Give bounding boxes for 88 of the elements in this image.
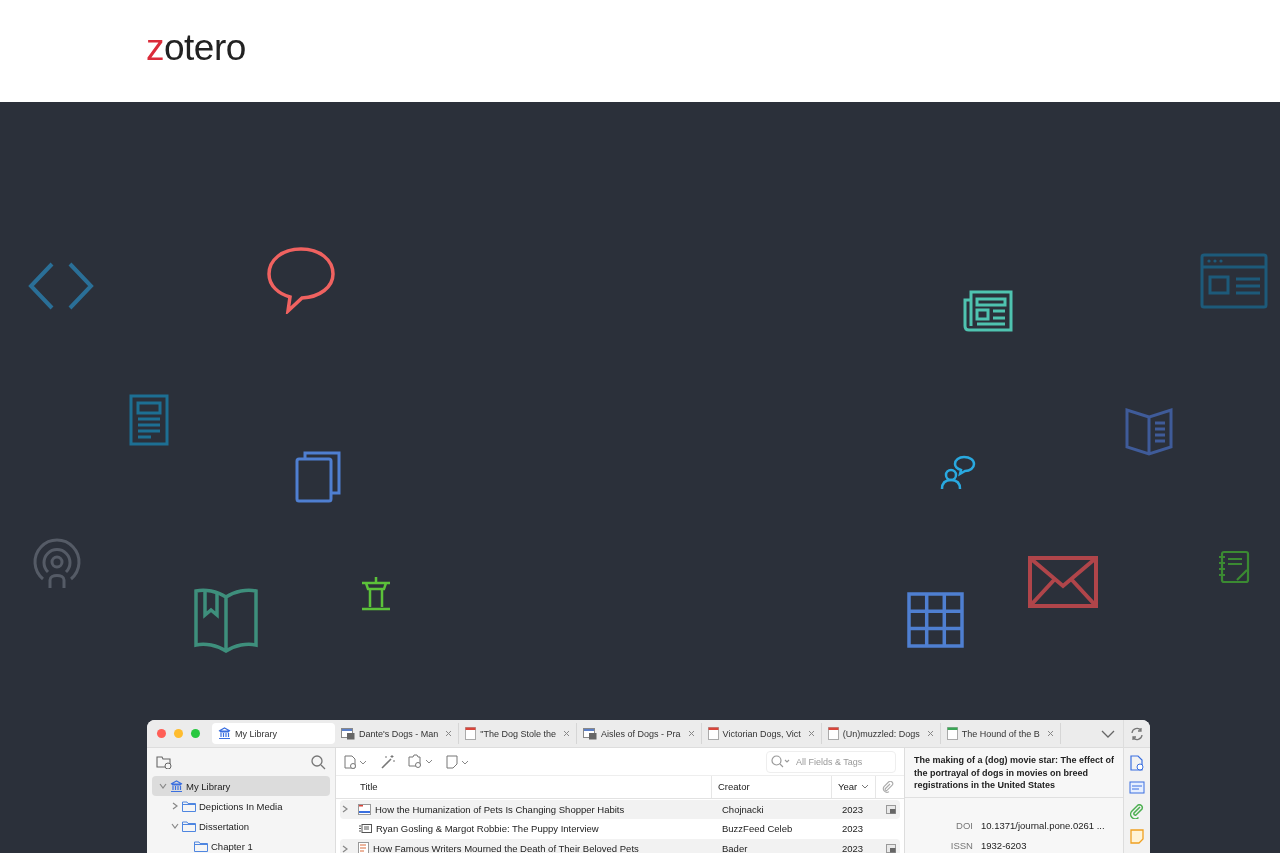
document-icon: [465, 727, 477, 740]
folder-icon: [194, 840, 208, 852]
sync-icon[interactable]: [1130, 726, 1144, 741]
paperclip-icon[interactable]: [1129, 804, 1145, 819]
close-tab-icon[interactable]: [687, 730, 695, 737]
document-icon: [707, 727, 719, 740]
new-collection-icon[interactable]: [156, 755, 172, 769]
field-label: DOI: [955, 820, 973, 831]
folder-icon: [182, 820, 196, 832]
column-header[interactable]: Year: [832, 776, 876, 798]
document-icon: [827, 727, 839, 740]
tab[interactable]: Victorian Dogs, Vict: [701, 723, 822, 744]
year-cell-text: 2023: [841, 803, 865, 815]
title-cell: How Famous Writers Mourned the Death of Their Beloved Pets: [373, 843, 639, 853]
table-grid-icon: [907, 592, 964, 648]
chevron-right-icon[interactable]: [340, 805, 349, 814]
paperclip-icon: [882, 780, 894, 793]
close-tab-icon[interactable]: [807, 730, 815, 737]
zotero-logo: zotero: [146, 28, 246, 66]
document-icon: [946, 727, 958, 740]
search-icon: [771, 755, 791, 769]
notebook-icon: [1218, 550, 1250, 584]
close-tab-icon[interactable]: [1046, 730, 1054, 737]
tab[interactable]: The Hound of the B: [940, 723, 1061, 744]
envelope-icon: [1028, 556, 1098, 608]
chevron-down-icon[interactable]: [1101, 728, 1115, 739]
search-icon[interactable]: [311, 754, 326, 770]
speech-bubble-icon: [266, 246, 336, 314]
article-icon: [358, 803, 371, 815]
folder-icon: [182, 800, 196, 812]
abstract-icon[interactable]: [1129, 781, 1145, 794]
close-tab-icon[interactable]: [926, 730, 934, 737]
creator-cell-text: Chojnacki: [721, 803, 765, 815]
collection-item[interactable]: Depictions In Media: [152, 796, 330, 816]
column-header[interactable]: Title: [354, 776, 712, 798]
tab[interactable]: "The Dog Stole the: [459, 723, 577, 744]
collection-item[interactable]: Dissertation: [152, 816, 330, 836]
video-icon: [358, 823, 372, 835]
library-icon: [170, 779, 183, 793]
collection-item[interactable]: My Library: [152, 776, 330, 796]
close-tab-icon[interactable]: [445, 730, 453, 737]
magic-wand-icon[interactable]: [380, 753, 396, 770]
library-icon: [218, 727, 231, 740]
collection-item[interactable]: Chapter 1: [152, 836, 330, 853]
document-icon: [129, 394, 169, 446]
podium-icon: [360, 575, 392, 611]
zoom-button[interactable]: [191, 729, 200, 738]
pages-icon: [295, 451, 341, 503]
tab[interactable]: (Un)muzzled: Dogs: [821, 723, 941, 744]
new-note-icon[interactable]: [446, 754, 470, 769]
field-value: 1932-6203: [981, 840, 1027, 851]
info-document-icon[interactable]: [1130, 755, 1144, 771]
chevron-down-icon[interactable]: [170, 822, 179, 830]
year-cell-text: 2023: [841, 823, 865, 835]
tab[interactable]: Dante's Dogs - Man: [335, 723, 460, 744]
title-cell: How the Humanization of Pets Is Changing Shopper Habits: [375, 803, 625, 815]
code-brackets-icon: [28, 262, 94, 310]
creator-cell-text: BuzzFeed Celeb: [721, 823, 794, 835]
search-field[interactable]: All Fields & Tags: [766, 750, 896, 773]
book-icon: [358, 842, 369, 853]
note-icon[interactable]: [1130, 829, 1144, 844]
column-header[interactable]: Creator: [712, 776, 832, 798]
title-cell: Ryan Gosling & Margot Robbie: The Puppy Interview: [376, 823, 599, 835]
tab[interactable]: Aisles of Dogs - Pra: [577, 723, 702, 744]
search-input[interactable]: All Fields & Tags: [794, 755, 888, 768]
open-book-icon: [1124, 407, 1174, 457]
item-row[interactable]: How the Humanization of Pets Is Changing Shopper Habits Chojnacki 2023: [340, 799, 900, 819]
item-row[interactable]: How Famous Writers Mourned the Death of Their Beloved Pets Bader 2023: [340, 839, 900, 853]
chevron-down-icon[interactable]: [158, 782, 167, 790]
creator-cell-text: Bader: [721, 843, 749, 853]
close-button[interactable]: [157, 729, 166, 738]
webpage-icon: [341, 727, 355, 740]
close-tab-icon[interactable]: [563, 730, 570, 737]
people-chat-icon: [940, 455, 976, 491]
tab[interactable]: My Library: [212, 723, 335, 744]
browser-window-icon: [1200, 253, 1268, 309]
field-label: ISSN: [949, 840, 973, 851]
field-value: 10.1371/journal.pone.0261 ...: [981, 820, 1105, 831]
newspaper-icon: [963, 290, 1013, 332]
bookmarked-book-icon: [193, 585, 259, 653]
item-row[interactable]: Ryan Gosling & Margot Robbie: The Puppy Interview BuzzFeed Celeb 2023: [340, 819, 900, 839]
new-item-icon[interactable]: [344, 754, 368, 769]
chevron-right-icon[interactable]: [340, 844, 349, 853]
chevron-right-icon[interactable]: [170, 802, 179, 810]
sort-caret-icon[interactable]: [861, 783, 870, 790]
add-attachment-icon[interactable]: [408, 754, 434, 770]
year-cell-text: 2023: [841, 843, 865, 853]
webpage-icon: [583, 727, 597, 740]
